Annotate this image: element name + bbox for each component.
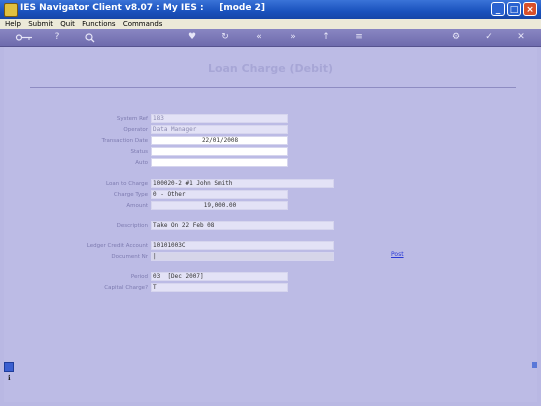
menu-icon[interactable]: ≡ — [352, 31, 366, 44]
system-ref-label: System Ref — [116, 116, 148, 122]
app-icon — [4, 3, 18, 17]
document-nr-field[interactable]: | — [151, 252, 334, 261]
key-icon[interactable] — [14, 31, 34, 44]
amount-label: Amount — [126, 203, 148, 209]
operator-field: Data Manager — [151, 125, 288, 134]
capital-charge-field[interactable]: T — [151, 283, 288, 292]
transaction-date-field[interactable]: 22/01/2008 — [151, 136, 288, 145]
help-icon[interactable]: ? — [50, 31, 64, 44]
page-title: Loan Charge (Debit) — [207, 62, 334, 75]
post-link[interactable]: Post — [391, 251, 404, 258]
charge-type-field[interactable]: 0 - Other — [151, 190, 288, 199]
side-info-icon[interactable]: ℹ — [8, 374, 11, 382]
status-label: Status — [130, 149, 148, 155]
title-bar: IES Navigator Client v8.07 : My IES : [m… — [0, 0, 541, 19]
divider — [30, 87, 516, 88]
heart-icon[interactable]: ♥ — [185, 31, 199, 44]
auto-field[interactable] — [151, 158, 288, 167]
status-field[interactable] — [151, 147, 288, 156]
system-ref-field: 183 — [151, 114, 288, 123]
refresh-icon[interactable]: ↻ — [218, 31, 232, 44]
ok-icon[interactable]: ✓ — [482, 31, 496, 44]
scroll-marker[interactable] — [532, 362, 537, 368]
menu-submit[interactable]: Submit — [28, 20, 53, 28]
menu-help[interactable]: Help — [5, 20, 21, 28]
maximize-button[interactable]: □ — [507, 2, 521, 16]
description-field[interactable]: Take On 22 Feb 08 — [151, 221, 334, 230]
close-icon[interactable]: ✕ — [514, 31, 528, 44]
forward-icon[interactable]: » — [286, 31, 300, 44]
form-panel: Loan Charge (Debit) System Ref 183 Opera… — [4, 47, 537, 402]
minimize-button[interactable]: _ — [491, 2, 505, 16]
charge-type-label: Charge Type — [113, 192, 148, 198]
search-icon[interactable] — [83, 31, 97, 44]
ledger-credit-account-label: Ledger Credit Account — [86, 243, 148, 249]
back-icon[interactable]: « — [252, 31, 266, 44]
operator-label: Operator — [123, 127, 148, 133]
menu-functions[interactable]: Functions — [82, 20, 115, 28]
document-nr-label: Document Nr — [111, 254, 148, 260]
period-label: Period — [130, 274, 148, 280]
amount-field[interactable]: 19,000.00 — [151, 201, 288, 210]
close-window-button[interactable]: × — [523, 2, 537, 16]
menu-bar: Help Submit Quit Functions Commands — [0, 19, 541, 29]
transaction-date-label: Transaction Date — [101, 138, 148, 144]
auto-label: Auto — [135, 160, 148, 166]
ledger-credit-account-field[interactable]: 10101003C — [151, 241, 334, 250]
menu-quit[interactable]: Quit — [60, 20, 75, 28]
window-title: IES Navigator Client v8.07 : My IES : [m… — [20, 3, 265, 13]
menu-commands[interactable]: Commands — [123, 20, 163, 28]
description-label: Description — [116, 223, 148, 229]
loan-to-charge-field[interactable]: 100020-2 #1 John Smith — [151, 179, 334, 188]
capital-charge-label: Capital Charge? — [104, 285, 148, 291]
loan-to-charge-label: Loan to Charge — [106, 181, 148, 187]
upload-icon[interactable]: ↑ — [319, 31, 333, 44]
side-panel-button[interactable] — [4, 362, 14, 372]
settings-icon[interactable]: ⚙ — [449, 31, 463, 44]
period-field[interactable]: 03 [Dec 2007] — [151, 272, 288, 281]
toolbar: ? ♥ ↻ « » ↑ ≡ ⚙ ✓ ✕ — [0, 29, 541, 47]
